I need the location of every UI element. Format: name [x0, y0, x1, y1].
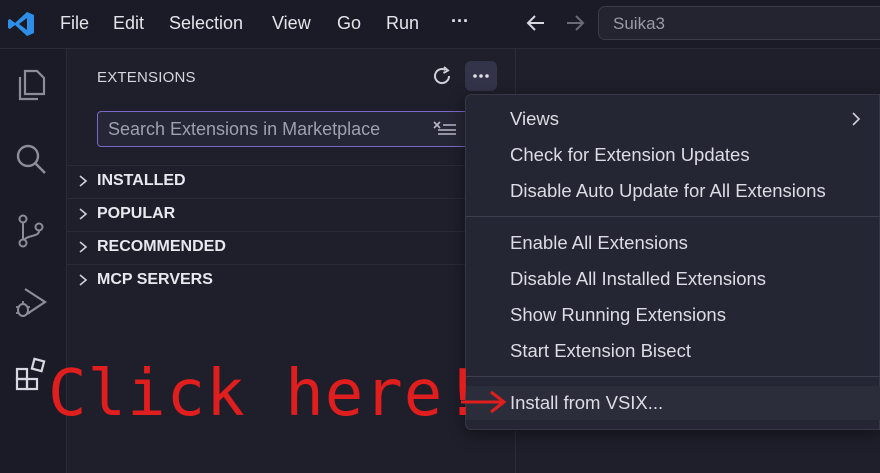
extensions-more-actions-menu: Views Check for Extension Updates Disabl… — [465, 94, 880, 430]
menu-item-check-updates[interactable]: Check for Extension Updates — [466, 138, 880, 172]
extensions-search-input[interactable] — [108, 117, 428, 141]
sidebar-title: EXTENSIONS — [97, 69, 196, 86]
chevron-right-icon — [852, 112, 861, 126]
clear-filter-icon[interactable] — [432, 119, 458, 139]
section-recommended-label: RECOMMENDED — [97, 238, 226, 255]
command-center-label: Suika3 — [613, 14, 665, 33]
menu-item-disable-all-installed-label: Disable All Installed Extensions — [510, 268, 767, 289]
menu-run[interactable]: Run — [386, 13, 419, 34]
menu-item-views-label: Views — [510, 108, 560, 129]
menu-item-install-from-vsix[interactable]: Install from VSIX... — [466, 386, 880, 420]
source-control-icon[interactable] — [13, 213, 49, 249]
chevron-right-icon — [79, 274, 88, 286]
click-here-annotation: Click here! — [48, 357, 483, 431]
menu-item-start-bisect[interactable]: Start Extension Bisect — [466, 334, 880, 368]
menu-item-enable-all-label: Enable All Extensions — [510, 232, 688, 253]
section-popular[interactable]: POPULAR — [67, 198, 515, 231]
extensions-icon[interactable] — [13, 357, 49, 393]
menu-more-button[interactable]: ··· — [451, 11, 469, 32]
menu-item-disable-auto-update-label: Disable Auto Update for All Extensions — [510, 180, 826, 201]
menu-separator — [466, 376, 880, 377]
menu-selection[interactable]: Selection — [169, 13, 243, 34]
menu-view[interactable]: View — [272, 13, 311, 34]
forward-arrow-icon[interactable] — [564, 12, 586, 34]
menu-item-install-from-vsix-label: Install from VSIX... — [510, 392, 664, 413]
menu-item-show-running-label: Show Running Extensions — [510, 304, 726, 325]
chevron-right-icon — [79, 175, 88, 187]
menu-go[interactable]: Go — [337, 13, 361, 34]
section-recommended[interactable]: RECOMMENDED — [67, 231, 515, 264]
chevron-right-icon — [79, 241, 88, 253]
menu-item-enable-all[interactable]: Enable All Extensions — [466, 226, 880, 260]
run-debug-icon[interactable] — [13, 285, 49, 321]
search-icon[interactable] — [13, 141, 49, 177]
menu-item-disable-all-installed[interactable]: Disable All Installed Extensions — [466, 262, 880, 296]
back-arrow-icon[interactable] — [525, 12, 547, 34]
menu-item-start-bisect-label: Start Extension Bisect — [510, 340, 691, 361]
menu-item-check-updates-label: Check for Extension Updates — [510, 144, 750, 165]
explorer-icon[interactable] — [13, 67, 49, 103]
vscode-logo-icon[interactable] — [6, 10, 36, 38]
section-mcp-servers[interactable]: MCP SERVERS — [67, 264, 515, 297]
refresh-icon[interactable] — [431, 65, 453, 87]
menu-separator — [466, 216, 880, 217]
section-mcp-servers-label: MCP SERVERS — [97, 271, 213, 288]
section-popular-label: POPULAR — [97, 205, 176, 222]
red-arrow-icon — [461, 390, 507, 414]
menu-file[interactable]: File — [60, 13, 89, 34]
menu-item-disable-auto-update[interactable]: Disable Auto Update for All Extensions — [466, 174, 880, 208]
menu-item-views[interactable]: Views — [466, 102, 880, 136]
extensions-search-box[interactable] — [97, 111, 497, 147]
menu-edit[interactable]: Edit — [113, 13, 144, 34]
menu-item-show-running[interactable]: Show Running Extensions — [466, 298, 880, 332]
command-center[interactable]: Suika3 — [598, 6, 880, 40]
views-more-actions-button[interactable] — [465, 61, 497, 91]
section-installed-label: INSTALLED — [97, 172, 186, 189]
section-installed[interactable]: INSTALLED — [67, 165, 515, 198]
chevron-right-icon — [79, 208, 88, 220]
ellipsis-icon — [473, 74, 489, 78]
title-bar: File Edit Selection View Go Run ··· Suik… — [0, 0, 880, 49]
